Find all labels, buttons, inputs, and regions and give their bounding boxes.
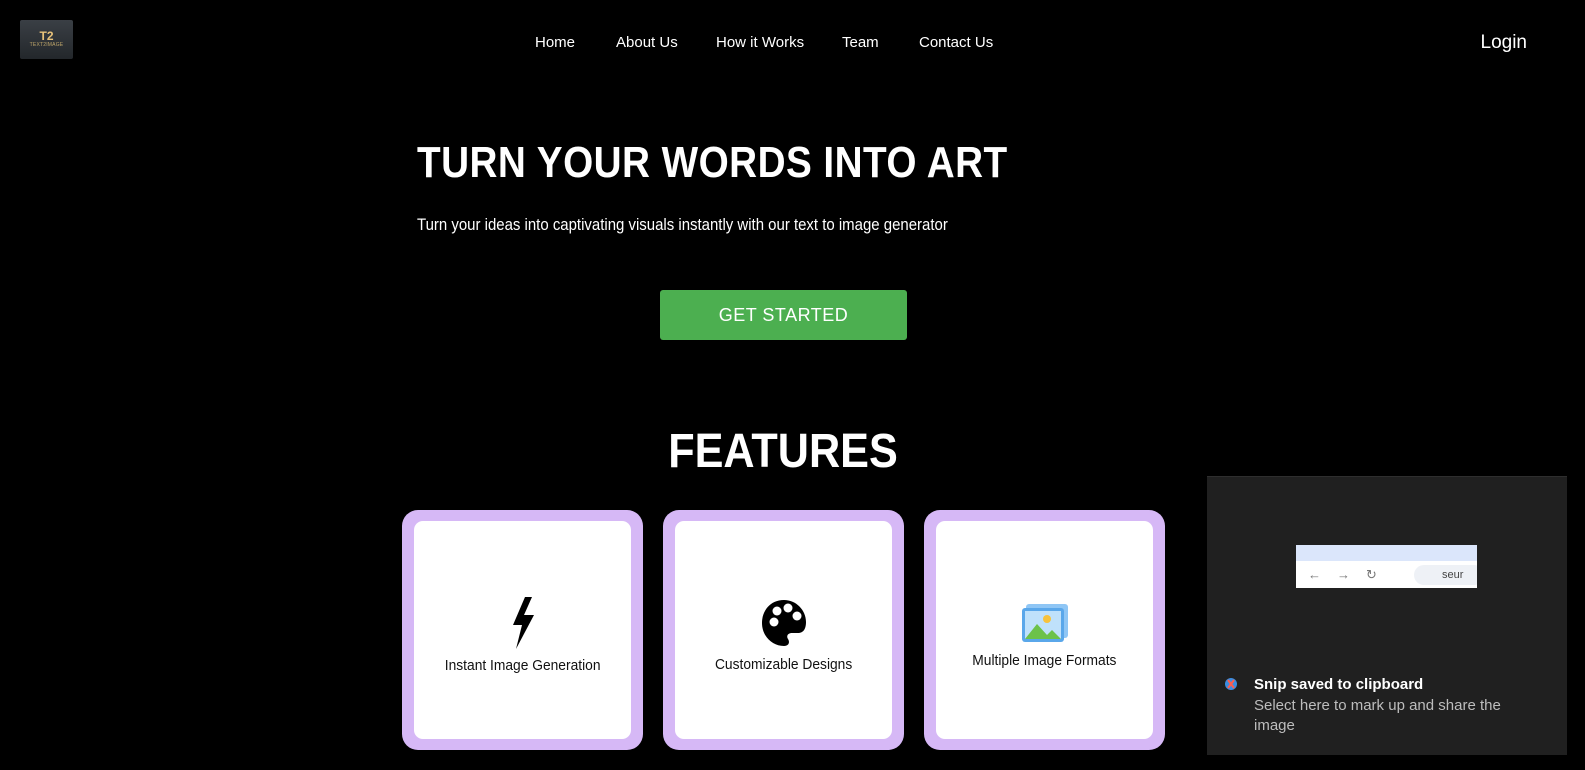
feature-card-instant[interactable]: Instant Image Generation bbox=[402, 510, 643, 750]
hero-subtitle: Turn your ideas into captivating visuals… bbox=[417, 215, 948, 234]
feature-card-body: Customizable Designs bbox=[675, 521, 892, 739]
snip-thumbnail[interactable]: ←→↻ seur bbox=[1296, 545, 1477, 588]
feature-card-body: Instant Image Generation bbox=[414, 521, 631, 739]
logo-mark: T2 bbox=[39, 29, 54, 43]
notification-body: Select here to mark up and share the ima… bbox=[1254, 697, 1501, 734]
image-gallery-icon bbox=[1021, 603, 1068, 642]
notification-title: Snip saved to clipboard bbox=[1254, 676, 1424, 693]
thumbnail-tab-bar bbox=[1296, 545, 1477, 561]
nav-how-it-works[interactable]: How it Works bbox=[716, 34, 804, 51]
thumbnail-nav-icons: ←→↻ bbox=[1308, 567, 1393, 582]
site-logo[interactable]: T2 TEXT2IMAGE bbox=[20, 20, 73, 59]
nav-contact-us[interactable]: Contact Us bbox=[919, 34, 993, 51]
nav-team[interactable]: Team bbox=[842, 34, 879, 51]
palette-icon bbox=[761, 599, 806, 646]
feature-card-body: Multiple Image Formats bbox=[936, 521, 1153, 739]
login-link[interactable]: Login bbox=[1481, 32, 1528, 54]
feature-label: Multiple Image Formats bbox=[972, 651, 1117, 669]
logo-subtext: TEXT2IMAGE bbox=[29, 42, 64, 48]
get-started-button[interactable]: GET STARTED bbox=[660, 290, 907, 340]
snipping-tool-icon bbox=[1225, 678, 1237, 690]
hero-title: TURN YOUR WORDS INTO ART bbox=[417, 138, 1008, 187]
thumbnail-address-bar: seur bbox=[1414, 565, 1477, 585]
nav-home[interactable]: Home bbox=[535, 34, 575, 51]
feature-card-formats[interactable]: Multiple Image Formats bbox=[924, 510, 1165, 750]
nav-about-us[interactable]: About Us bbox=[616, 34, 678, 51]
features-title: FEATURES bbox=[668, 425, 898, 478]
lightning-icon bbox=[512, 596, 534, 649]
feature-label: Instant Image Generation bbox=[444, 656, 601, 674]
feature-label: Customizable Designs bbox=[714, 655, 853, 673]
snip-notification[interactable]: ←→↻ seur Snip saved to clipboard Select … bbox=[1207, 476, 1567, 755]
feature-card-customizable[interactable]: Customizable Designs bbox=[663, 510, 904, 750]
